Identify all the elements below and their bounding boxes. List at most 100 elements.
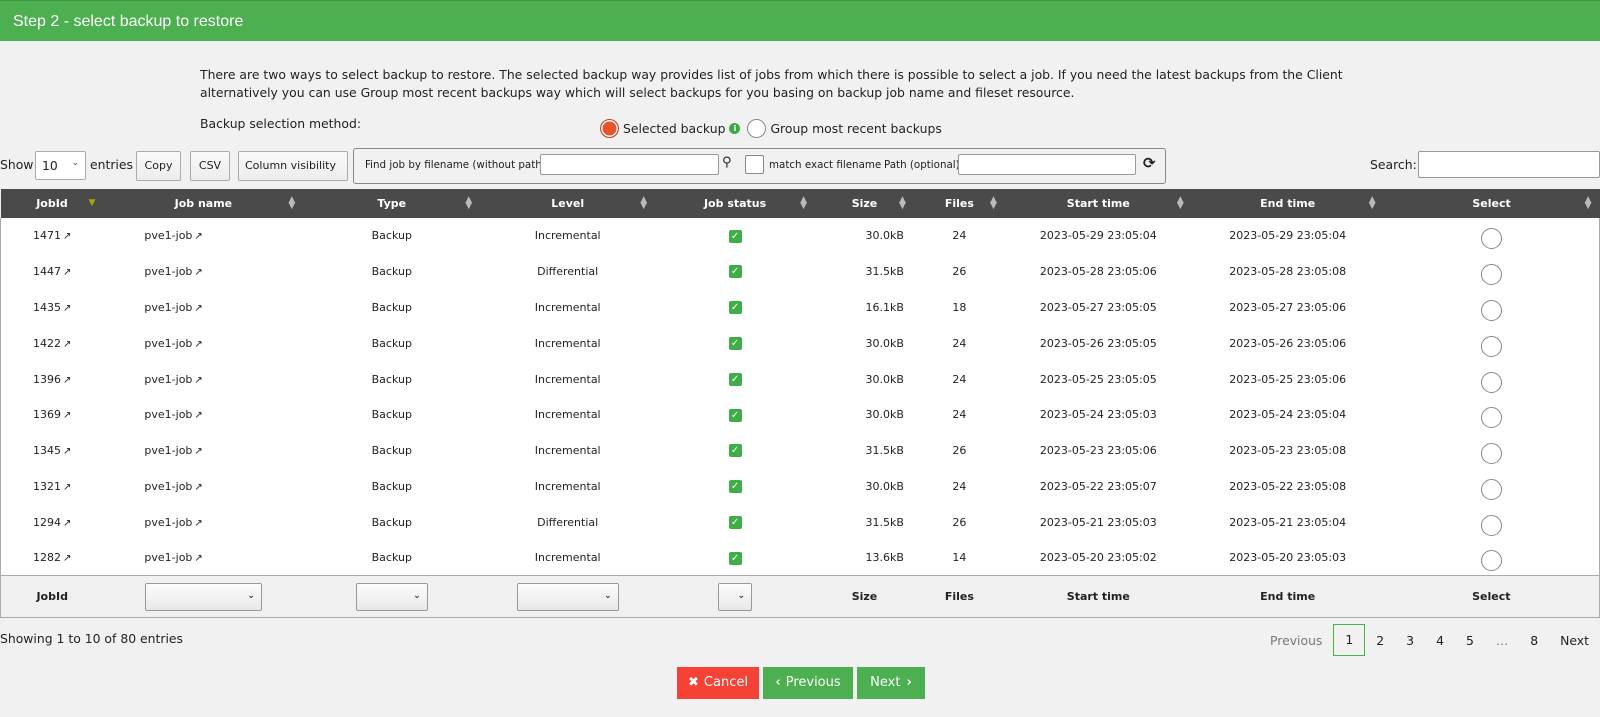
cell-type: Backup [371, 300, 412, 314]
chevron-down-icon: ⌄ [737, 590, 746, 601]
column-visibility-button[interactable]: Column visibility ▼ [238, 151, 348, 199]
radio-selected-backup[interactable] [600, 119, 619, 138]
cell-job-name[interactable]: pve1-job ↗ [103, 254, 303, 290]
col-select[interactable]: Select ▲ ▼ [1384, 189, 1600, 218]
next-button[interactable]: Next › [857, 667, 925, 699]
chevron-left-icon: ‹ [775, 675, 781, 690]
col-level[interactable]: Level ▲ ▼ [480, 189, 655, 218]
pager-page-3[interactable]: 3 [1395, 633, 1425, 648]
cell-job-name[interactable]: pve1-job ↗ [103, 504, 303, 540]
search-input[interactable] [1418, 151, 1600, 178]
select-job-radio[interactable] [1480, 550, 1502, 572]
copy-button[interactable]: Copy [136, 151, 181, 181]
col-type[interactable]: Type ▲ ▼ [303, 189, 480, 218]
path-input[interactable] [958, 154, 1136, 175]
cell-level: Differential [537, 265, 599, 279]
select-job-radio[interactable] [1480, 228, 1502, 250]
cancel-button[interactable]: ✖ Cancel [677, 667, 759, 699]
sort-icon: ▲ ▼ [288, 195, 296, 211]
select-job-radio[interactable] [1480, 335, 1502, 357]
csv-button[interactable]: CSV [190, 151, 230, 181]
cell-job-name[interactable]: pve1-job ↗ [103, 361, 303, 397]
external-link-icon[interactable]: ↗ [194, 303, 202, 314]
cell-job-name[interactable]: pve1-job ↗ [103, 433, 303, 469]
info-icon[interactable]: i [729, 123, 741, 134]
cell-jobid[interactable]: 1396 ↗ [1, 361, 104, 397]
col-start-time[interactable]: Start time ▲ ▼ [1005, 189, 1192, 218]
select-job-radio[interactable] [1480, 407, 1502, 429]
pager-previous[interactable]: Previous [1259, 633, 1333, 648]
find-job-input[interactable] [540, 154, 719, 175]
external-link-icon[interactable]: ↗ [194, 231, 202, 242]
col-job-status[interactable]: Job status ▲ ▼ [655, 189, 815, 218]
select-job-radio[interactable] [1480, 478, 1502, 500]
external-link-icon[interactable]: ↗ [63, 518, 71, 529]
external-link-icon[interactable]: ↗ [63, 482, 71, 493]
external-link-icon[interactable]: ↗ [63, 410, 71, 421]
pager-page-5[interactable]: 5 [1455, 633, 1485, 648]
footer-end-time: End time [1260, 590, 1316, 604]
cell-jobid[interactable]: 1282 ↗ [1, 540, 104, 576]
cell-jobid[interactable]: 1471 ↗ [1, 218, 104, 254]
external-link-icon[interactable]: ↗ [63, 375, 71, 386]
radio-group-recent-label[interactable]: Group most recent backups [770, 121, 941, 136]
external-link-icon[interactable]: ↗ [63, 339, 71, 350]
cell-jobid[interactable]: 1435 ↗ [1, 290, 104, 326]
external-link-icon[interactable]: ↗ [194, 339, 202, 350]
refresh-icon[interactable]: ⟳ [1143, 154, 1156, 172]
external-link-icon[interactable]: ↗ [63, 231, 71, 242]
external-link-icon[interactable]: ↗ [63, 303, 71, 314]
external-link-icon[interactable]: ↗ [194, 267, 202, 278]
cell-job-name[interactable]: pve1-job ↗ [103, 397, 303, 433]
select-job-radio[interactable] [1480, 299, 1502, 321]
filter-type-select[interactable]: ⌄ [355, 582, 428, 611]
external-link-icon[interactable]: ↗ [194, 446, 202, 457]
cell-job-status: ✓ [655, 433, 815, 469]
col-job-name[interactable]: Job name ▲ ▼ [103, 189, 303, 218]
col-end-time[interactable]: End time ▲ ▼ [1192, 189, 1384, 218]
external-link-icon[interactable]: ↗ [194, 375, 202, 386]
external-link-icon[interactable]: ↗ [63, 446, 71, 457]
select-job-radio[interactable] [1480, 443, 1502, 465]
cell-jobid[interactable]: 1447 ↗ [1, 254, 104, 290]
col-size[interactable]: Size ▲ ▼ [815, 189, 914, 218]
cell-jobid[interactable]: 1345 ↗ [1, 433, 104, 469]
radio-group-recent[interactable] [747, 119, 767, 138]
external-link-icon[interactable]: ↗ [194, 482, 202, 493]
cell-jobid[interactable]: 1321 ↗ [1, 469, 104, 505]
select-job-radio[interactable] [1480, 371, 1502, 393]
pager-page-2[interactable]: 2 [1365, 633, 1395, 648]
cell-job-name[interactable]: pve1-job ↗ [103, 218, 303, 254]
cell-jobid[interactable]: 1422 ↗ [1, 325, 104, 361]
match-exact-checkbox[interactable] [745, 155, 764, 174]
cell-job-name[interactable]: pve1-job ↗ [103, 325, 303, 361]
external-link-icon[interactable]: ↗ [194, 553, 202, 564]
pager-next[interactable]: Next [1549, 633, 1600, 648]
previous-button[interactable]: ‹ Previous [763, 667, 853, 699]
external-link-icon[interactable]: ↗ [63, 553, 71, 564]
filter-job-name-select[interactable]: ⌄ [144, 582, 262, 611]
pager-page-4[interactable]: 4 [1425, 633, 1455, 648]
cell-jobid[interactable]: 1294 ↗ [1, 504, 104, 540]
cell-type: Backup [371, 408, 412, 422]
pager-page-1[interactable]: 1 [1333, 624, 1366, 656]
col-jobid[interactable]: JobId ▼ [1, 189, 104, 218]
col-files[interactable]: Files ▲ ▼ [914, 189, 1005, 218]
external-link-icon[interactable]: ↗ [194, 410, 202, 421]
radio-selected-backup-label[interactable]: Selected backup [623, 121, 725, 136]
cell-jobid[interactable]: 1369 ↗ [1, 397, 104, 433]
cell-job-name[interactable]: pve1-job ↗ [103, 540, 303, 576]
cell-select [1384, 540, 1600, 576]
filter-status-select[interactable]: ⌄ [718, 582, 753, 611]
external-link-icon[interactable]: ↗ [63, 267, 71, 278]
sort-desc-icon: ▼ [88, 198, 96, 208]
cell-job-name[interactable]: pve1-job ↗ [103, 290, 303, 326]
select-job-radio[interactable] [1480, 514, 1502, 536]
pager-page-8[interactable]: 8 [1519, 633, 1549, 648]
page-length-select[interactable]: 10 ⌄ [35, 151, 86, 180]
select-job-radio[interactable] [1480, 264, 1502, 286]
search-icon[interactable]: ⚲ [722, 155, 732, 170]
cell-job-name[interactable]: pve1-job ↗ [103, 469, 303, 505]
filter-level-select[interactable]: ⌄ [516, 582, 619, 611]
external-link-icon[interactable]: ↗ [194, 518, 202, 529]
